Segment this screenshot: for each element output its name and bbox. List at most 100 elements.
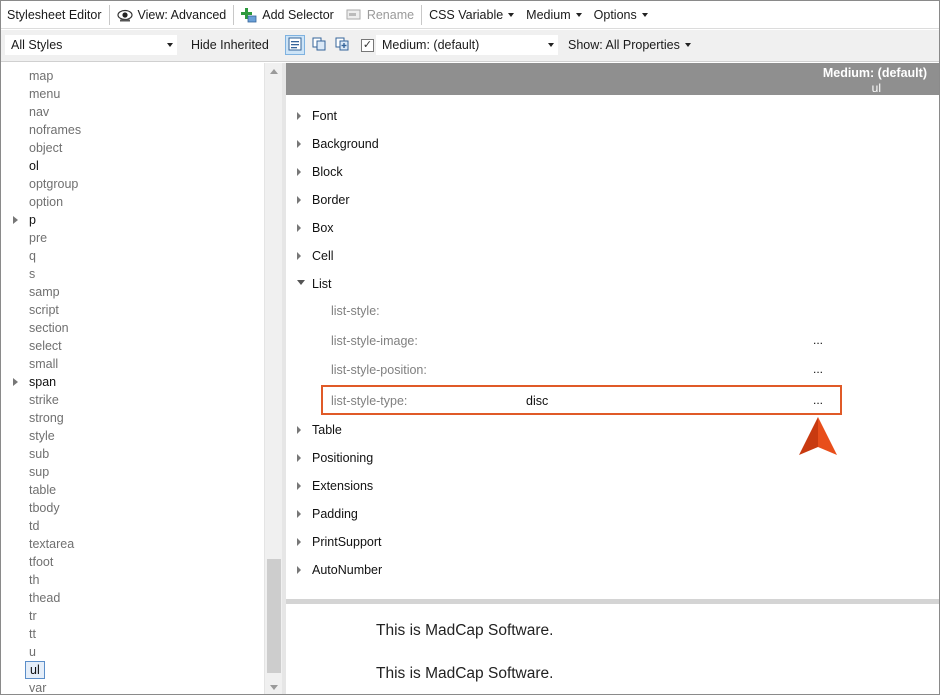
tree-item-map[interactable]: map bbox=[29, 67, 53, 85]
expand-arrow-icon[interactable] bbox=[297, 454, 301, 462]
property-group-font[interactable]: Font bbox=[312, 107, 337, 125]
medium-dropdown[interactable]: Medium: (default) bbox=[376, 35, 558, 55]
tree-item-sup[interactable]: sup bbox=[29, 463, 49, 481]
property-group-background[interactable]: Background bbox=[312, 135, 379, 153]
expand-arrow-icon[interactable] bbox=[13, 216, 18, 224]
tree-item-thead[interactable]: thead bbox=[29, 589, 60, 607]
checkmark-icon: ✓ bbox=[361, 39, 374, 52]
tree-item-option[interactable]: option bbox=[29, 193, 63, 211]
expand-arrow-icon[interactable] bbox=[297, 252, 301, 260]
expand-arrow-icon[interactable] bbox=[297, 112, 301, 120]
tree-item-var[interactable]: var bbox=[29, 679, 46, 694]
property-group-cell[interactable]: Cell bbox=[312, 247, 334, 265]
show-properties-label: Show: All Properties bbox=[568, 38, 680, 52]
expand-arrow-icon[interactable] bbox=[297, 510, 301, 518]
chevron-down-icon bbox=[641, 12, 648, 17]
tree-item-select[interactable]: select bbox=[29, 337, 62, 355]
hide-inherited-button[interactable]: Hide Inherited bbox=[191, 35, 269, 55]
tree-item-strike[interactable]: strike bbox=[29, 391, 59, 409]
tree-item-tr[interactable]: tr bbox=[29, 607, 37, 625]
property-group-positioning[interactable]: Positioning bbox=[312, 449, 373, 467]
medium-checkbox[interactable]: ✓ bbox=[361, 39, 374, 52]
properties-header: Medium: (default) ul bbox=[286, 63, 939, 95]
property-group-table[interactable]: Table bbox=[312, 421, 342, 439]
toolbar-separator bbox=[108, 4, 110, 25]
ellipsis-button[interactable]: ... bbox=[813, 360, 823, 378]
tree-scrollbar[interactable] bbox=[264, 63, 282, 694]
scroll-thumb[interactable] bbox=[267, 559, 281, 673]
property-group-list[interactable]: List bbox=[312, 275, 331, 293]
expand-arrow-icon[interactable] bbox=[297, 140, 301, 148]
medium-dropdown-value: Medium: (default) bbox=[382, 38, 480, 52]
tree-item-s[interactable]: s bbox=[29, 265, 35, 283]
expand-arrow-icon[interactable] bbox=[297, 538, 301, 546]
tree-item-tfoot[interactable]: tfoot bbox=[29, 553, 53, 571]
tree-item-style[interactable]: style bbox=[29, 427, 55, 445]
rename-button[interactable]: Rename bbox=[340, 1, 420, 29]
expand-arrow-icon[interactable] bbox=[13, 378, 18, 386]
add-selector-button[interactable]: Add Selector bbox=[235, 1, 340, 29]
tree-item-pre[interactable]: pre bbox=[29, 229, 47, 247]
css-variable-menu[interactable]: CSS Variable bbox=[423, 1, 520, 29]
property-group-box[interactable]: Box bbox=[312, 219, 334, 237]
tree-item-th[interactable]: th bbox=[29, 571, 39, 589]
tree-item-q[interactable]: q bbox=[29, 247, 36, 265]
property-group-padding[interactable]: Padding bbox=[312, 505, 358, 523]
view-button[interactable]: View: Advanced bbox=[111, 1, 233, 29]
expand-arrow-icon[interactable] bbox=[297, 426, 301, 434]
tree-item-textarea[interactable]: textarea bbox=[29, 535, 74, 553]
medium-menu[interactable]: Medium bbox=[520, 1, 587, 29]
tree-item-p[interactable]: p bbox=[29, 211, 36, 229]
tree-item-ol[interactable]: ol bbox=[29, 157, 39, 175]
chevron-down-icon bbox=[575, 12, 582, 17]
show-properties-menu[interactable]: Show: All Properties bbox=[568, 35, 691, 55]
copy-style-button[interactable] bbox=[309, 35, 329, 55]
tree-item-td[interactable]: td bbox=[29, 517, 39, 535]
list-view-button[interactable] bbox=[285, 35, 305, 55]
tree-item-samp[interactable]: samp bbox=[29, 283, 60, 301]
tree-item-tbody[interactable]: tbody bbox=[29, 499, 60, 517]
tree-item-script[interactable]: script bbox=[29, 301, 59, 319]
styles-dropdown[interactable]: All Styles bbox=[5, 35, 177, 55]
tree-item-optgroup[interactable]: optgroup bbox=[29, 175, 78, 193]
styles-dropdown-value: All Styles bbox=[11, 38, 63, 52]
tree-item-menu[interactable]: menu bbox=[29, 85, 60, 103]
tree-item-strong[interactable]: strong bbox=[29, 409, 64, 427]
property-group-border[interactable]: Border bbox=[312, 191, 350, 209]
property-group-autonumber[interactable]: AutoNumber bbox=[312, 561, 382, 579]
header-selector: ul bbox=[871, 81, 881, 95]
selector-tree: map menu nav noframes object ol optgroup option… bbox=[1, 63, 264, 694]
expand-arrow-icon[interactable] bbox=[297, 566, 301, 574]
expand-arrow-icon[interactable] bbox=[297, 168, 301, 176]
main-toolbar: Stylesheet Editor View: Advanced Add Sel… bbox=[1, 1, 939, 29]
tree-item-span[interactable]: span bbox=[29, 373, 56, 391]
scroll-up-icon[interactable] bbox=[270, 69, 278, 74]
tree-item-ul[interactable]: ul bbox=[25, 661, 45, 679]
tree-item-object[interactable]: object bbox=[29, 139, 62, 157]
scroll-down-icon[interactable] bbox=[270, 685, 278, 690]
options-menu[interactable]: Options bbox=[588, 1, 654, 29]
ellipsis-button[interactable]: ... bbox=[813, 391, 823, 409]
tree-item-small[interactable]: small bbox=[29, 355, 58, 373]
expand-arrow-icon[interactable] bbox=[297, 196, 301, 204]
property-name: list-style-type: bbox=[331, 394, 408, 408]
tree-item-u[interactable]: u bbox=[29, 643, 36, 661]
tree-item-section[interactable]: section bbox=[29, 319, 69, 337]
add-selector-icon bbox=[241, 7, 257, 23]
tree-item-table[interactable]: table bbox=[29, 481, 56, 499]
tree-item-nav[interactable]: nav bbox=[29, 103, 49, 121]
property-value[interactable]: disc bbox=[526, 392, 548, 410]
property-group-printsupport[interactable]: PrintSupport bbox=[312, 533, 381, 551]
tree-item-sub[interactable]: sub bbox=[29, 445, 49, 463]
expand-arrow-icon[interactable] bbox=[297, 482, 301, 490]
expand-arrow-icon[interactable] bbox=[297, 224, 301, 232]
preview-line: This is MadCap Software. bbox=[376, 622, 554, 639]
tree-item-noframes[interactable]: noframes bbox=[29, 121, 81, 139]
collapse-arrow-icon[interactable] bbox=[297, 280, 305, 285]
tree-item-tt[interactable]: tt bbox=[29, 625, 36, 643]
toolbar-separator bbox=[421, 4, 423, 25]
ellipsis-button[interactable]: ... bbox=[813, 331, 823, 349]
property-group-block[interactable]: Block bbox=[312, 163, 343, 181]
property-group-extensions[interactable]: Extensions bbox=[312, 477, 373, 495]
add-style-button[interactable] bbox=[332, 35, 352, 55]
